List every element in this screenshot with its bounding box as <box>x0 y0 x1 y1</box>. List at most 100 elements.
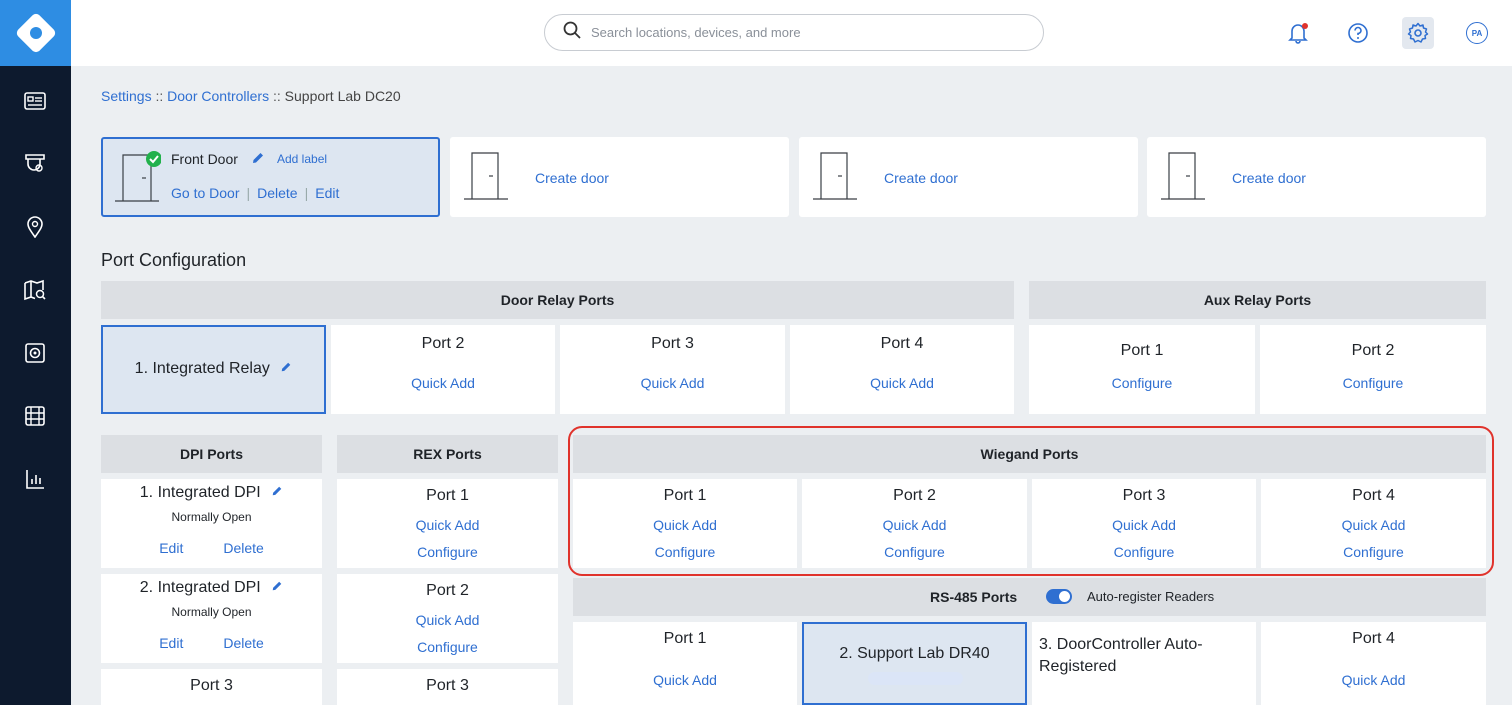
top-header: PA <box>71 0 1512 66</box>
door-name: Front Door <box>171 151 238 167</box>
door-outline-icon <box>811 149 859 206</box>
create-door-card[interactable]: Create door <box>1147 137 1486 217</box>
port-label: Port 3 <box>426 677 469 694</box>
dpi-port-3: Port 3 <box>101 669 322 705</box>
delete-link[interactable]: Delete <box>223 540 263 556</box>
quick-add-link[interactable]: Quick Add <box>573 672 797 688</box>
aux-relay-port-1: Port 1 Configure <box>1029 325 1255 414</box>
create-door-card[interactable]: Create door <box>799 137 1138 217</box>
door-relay-port-1[interactable]: 1. Integrated Relay <box>101 325 326 414</box>
delete-link[interactable]: Delete <box>223 635 263 651</box>
rs485-port-4: Port 4 Quick Add <box>1261 622 1486 705</box>
reports-icon[interactable] <box>22 466 48 492</box>
edit-link[interactable]: Edit <box>159 635 183 651</box>
map-search-icon[interactable] <box>22 277 48 303</box>
devices-icon[interactable] <box>22 340 48 366</box>
rex-port-3: Port 3 <box>337 669 558 705</box>
search-icon <box>563 21 581 44</box>
breadcrumb-settings[interactable]: Settings <box>101 88 152 104</box>
door-outline-icon <box>462 149 510 206</box>
locations-icon[interactable] <box>22 214 48 240</box>
quick-add-link[interactable]: Quick Add <box>560 375 785 391</box>
dpi-port-1: 1. Integrated DPI Normally Open Edit Dele… <box>101 479 322 568</box>
delete-door-link[interactable]: Delete <box>257 185 297 201</box>
port-label: Port 4 <box>880 335 924 352</box>
pencil-icon[interactable] <box>280 360 292 377</box>
edit-door-link[interactable]: Edit <box>315 185 339 201</box>
rs485-title: RS-485 Ports <box>930 589 1018 605</box>
add-label-link[interactable]: Add label <box>277 152 327 166</box>
port-label: Port 2 <box>421 335 465 352</box>
door-card-front-door[interactable]: Front Door Add label Go to Door | Delete | E… <box>101 137 440 217</box>
go-to-door-link[interactable]: Go to Door <box>171 185 239 201</box>
configure-link[interactable]: Configure <box>1029 375 1255 391</box>
door-relay-port-3: Port 3 Quick Add <box>560 325 785 414</box>
help-icon[interactable] <box>1342 17 1374 49</box>
sidebar <box>0 0 71 705</box>
door-actions: Go to Door | Delete | Edit <box>171 185 339 201</box>
breadcrumb-door-controllers[interactable]: Door Controllers <box>167 88 269 104</box>
quick-add-link[interactable]: Quick Add <box>790 375 1014 391</box>
port-label: Port 1 <box>1120 342 1164 359</box>
port-device-name: 2. Integrated DPI <box>139 579 261 596</box>
configure-link[interactable]: Configure <box>1260 375 1486 391</box>
action-separator: | <box>246 185 251 201</box>
door-relay-header: Door Relay Ports <box>101 281 1014 319</box>
door-relay-port-2: Port 2 Quick Add <box>331 325 555 414</box>
port-device-name: 1. Integrated DPI <box>139 484 261 501</box>
create-door-card[interactable]: Create door <box>450 137 789 217</box>
port-label: Port 2 <box>1351 342 1395 359</box>
user-avatar[interactable]: PA <box>1466 22 1488 44</box>
search-input[interactable] <box>591 25 1011 40</box>
dpi-ports-header: DPI Ports <box>101 435 322 473</box>
port-device-name: 2. Support Lab DR40 <box>839 645 990 662</box>
rex-ports-header: REX Ports <box>337 435 558 473</box>
video-icon[interactable] <box>22 403 48 429</box>
quick-add-link[interactable]: Quick Add <box>331 375 555 391</box>
auto-register-label: Auto-register Readers <box>1087 589 1215 604</box>
door-icon <box>113 151 162 208</box>
create-door-link[interactable]: Create door <box>884 170 958 186</box>
breadcrumb-current: Support Lab DC20 <box>284 88 401 104</box>
create-door-link[interactable]: Create door <box>535 170 609 186</box>
settings-gear-icon[interactable] <box>1402 17 1434 49</box>
notifications-icon[interactable] <box>1282 17 1314 49</box>
rex-port-2: Port 2 Quick Add Configure <box>337 574 558 663</box>
cameras-icon[interactable] <box>22 150 48 176</box>
quick-add-link[interactable]: Quick Add <box>337 517 558 533</box>
dpi-port-2: 2. Integrated DPI Normally Open Edit Dele… <box>101 574 322 663</box>
port-configuration-title: Port Configuration <box>101 250 247 270</box>
pencil-icon[interactable] <box>271 579 283 596</box>
rs485-ports-header: RS-485 Ports <box>573 578 1486 616</box>
create-door-link[interactable]: Create door <box>1232 170 1306 186</box>
rex-port-1: Port 1 Quick Add Configure <box>337 479 558 568</box>
breadcrumb-separator: :: <box>155 88 164 104</box>
aux-relay-header: Aux Relay Ports <box>1029 281 1486 319</box>
dpi-mode: Normally Open <box>171 510 252 524</box>
dashboard-icon[interactable] <box>22 88 48 114</box>
dpi-mode: Normally Open <box>171 605 252 619</box>
loading-bar <box>868 672 963 685</box>
port-label: Port 2 <box>426 582 469 599</box>
rs485-port-3[interactable]: 3. DoorController Auto-Registered <box>1032 622 1256 705</box>
port-device-name: 1. Integrated Relay <box>134 360 270 377</box>
edit-link[interactable]: Edit <box>159 540 183 556</box>
breadcrumb: Settings :: Door Controllers :: Support … <box>101 88 401 104</box>
app-logo[interactable] <box>0 0 71 66</box>
rs485-port-1: Port 1 Quick Add <box>573 622 797 705</box>
quick-add-link[interactable]: Quick Add <box>337 612 558 628</box>
rs485-port-2[interactable]: 2. Support Lab DR40 <box>802 622 1027 705</box>
port-device-name: 3. DoorController Auto-Registered <box>1039 636 1203 675</box>
configure-link[interactable]: Configure <box>337 639 558 655</box>
port-label: Port 4 <box>1352 630 1395 647</box>
configure-link[interactable]: Configure <box>337 544 558 560</box>
door-outline-icon <box>1159 149 1207 206</box>
auto-register-toggle[interactable] <box>1046 589 1072 604</box>
breadcrumb-separator: :: <box>272 88 281 104</box>
wiegand-highlight-box <box>568 426 1494 576</box>
pencil-icon[interactable] <box>251 151 265 170</box>
aux-relay-port-2: Port 2 Configure <box>1260 325 1486 414</box>
search-bar[interactable] <box>544 14 1044 51</box>
pencil-icon[interactable] <box>271 484 283 501</box>
quick-add-link[interactable]: Quick Add <box>1261 672 1486 688</box>
